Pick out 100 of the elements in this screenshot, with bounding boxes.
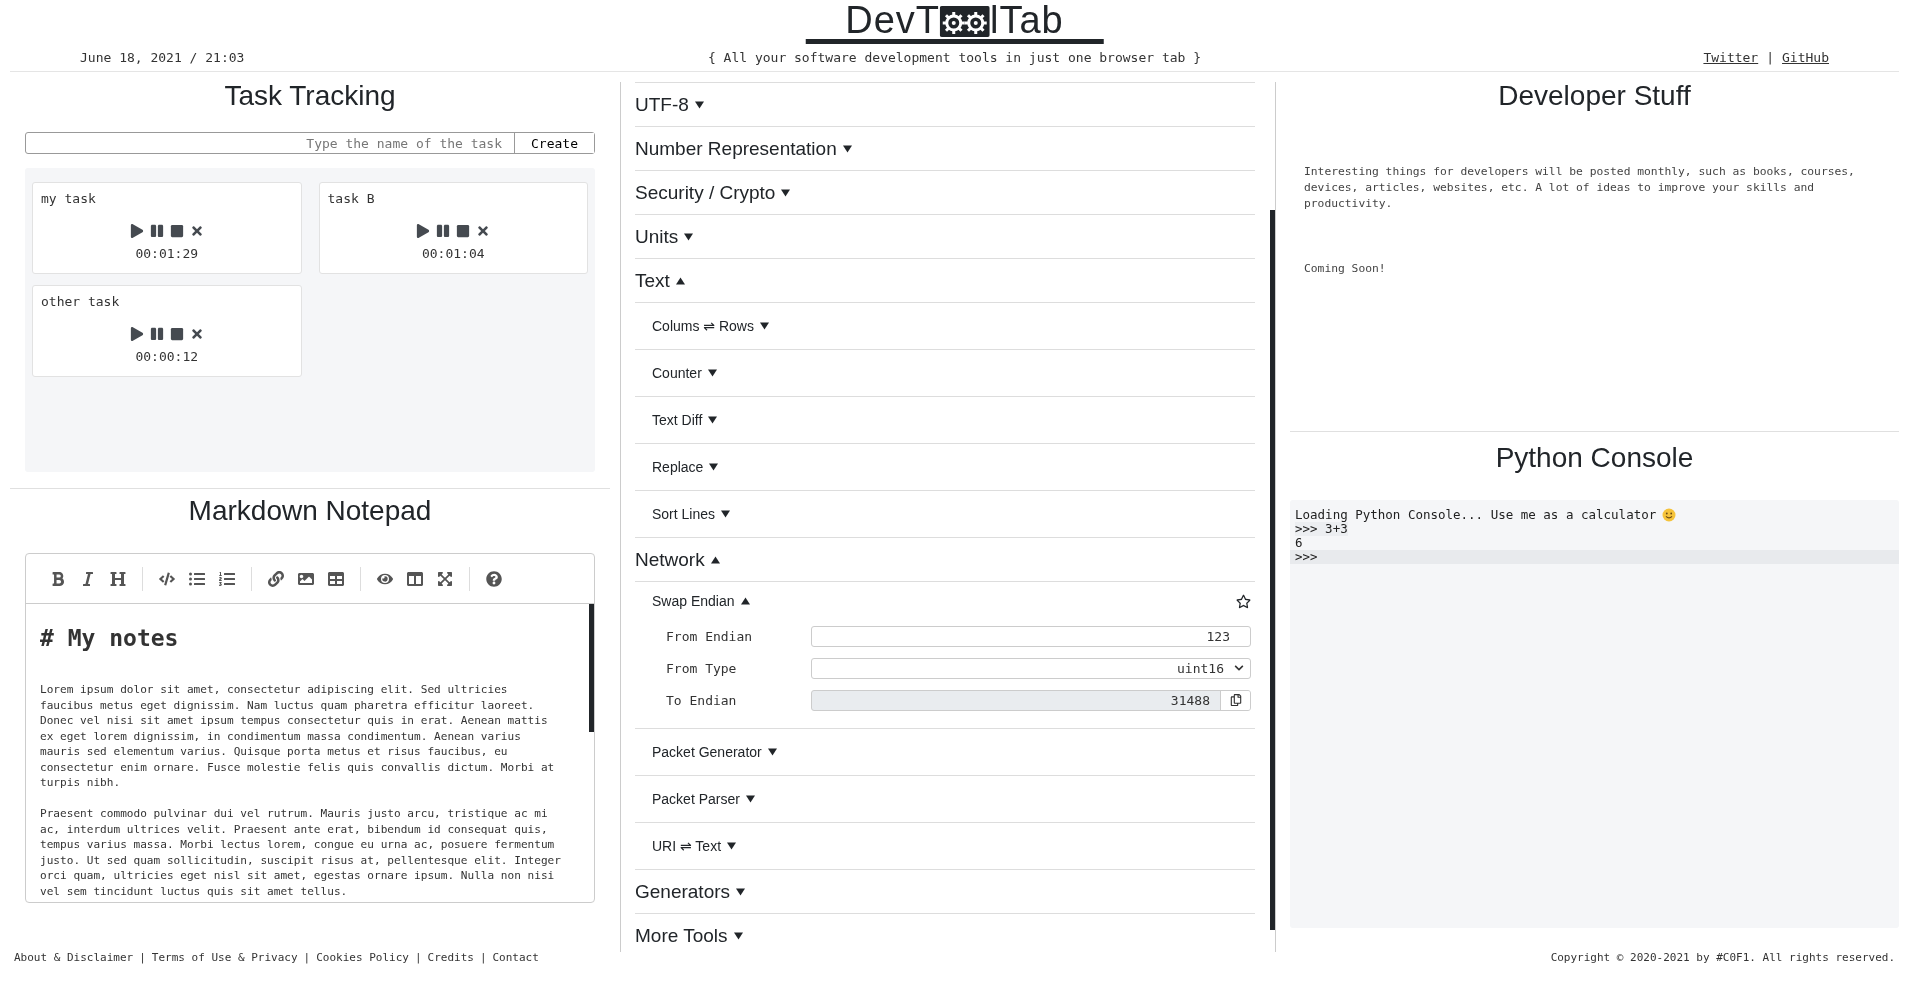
note-heading: # My notes: [40, 624, 180, 652]
play-icon[interactable]: [416, 224, 431, 238]
stop-icon[interactable]: [169, 224, 184, 238]
caret-icon: [760, 322, 769, 330]
tool-header[interactable]: Replace: [635, 443, 1255, 490]
section-header[interactable]: Text: [635, 258, 1255, 302]
star-icon[interactable]: [1236, 593, 1251, 609]
console-line: Loading Python Console... Use me as a calculator: [1295, 508, 1657, 522]
tool-title: Sort Lines: [652, 506, 716, 522]
section-title: Generators: [635, 880, 731, 903]
separator: |: [1766, 50, 1775, 65]
section-title: Units: [635, 225, 679, 248]
caret-icon: [721, 510, 731, 518]
chevron-down-icon[interactable]: [1234, 663, 1244, 673]
caret-icon: [745, 795, 755, 803]
input-field[interactable]: 123: [811, 625, 1251, 647]
tool-header[interactable]: Colums ⇌ Rows: [635, 302, 1255, 349]
header-link[interactable]: GitHub: [1782, 50, 1829, 65]
create-button[interactable]: Create: [514, 133, 594, 153]
caret-icon: [767, 748, 777, 756]
link-icon[interactable]: [268, 570, 284, 587]
footer-link[interactable]: Cookies Policy: [316, 950, 409, 964]
task-timer: 00:01:04: [421, 246, 485, 261]
section-title: Security / Crypto: [635, 181, 776, 204]
tool-title: Packet Parser: [652, 791, 740, 807]
tool-title: Counter: [652, 365, 702, 381]
tool-title: Swap Endian: [652, 593, 735, 609]
close-icon[interactable]: [476, 224, 491, 238]
image-icon[interactable]: [298, 570, 314, 587]
numbered-list-icon[interactable]: [219, 570, 235, 587]
scrollbar-thumb[interactable]: [589, 604, 594, 732]
section-header[interactable]: Number Representation: [635, 126, 1255, 170]
tool-title: Colums ⇌ Rows: [652, 318, 754, 334]
copyright: Copyright © 2020-2021 by #C0F1. All rights reserved.: [1550, 950, 1895, 964]
output-field: 31488: [811, 689, 1251, 711]
pause-icon[interactable]: [149, 327, 164, 341]
field-label: From Endian: [666, 628, 754, 644]
caret-icon: [781, 188, 791, 197]
play-icon[interactable]: [129, 327, 144, 341]
tool-header[interactable]: URI ⇌ Text: [635, 822, 1255, 869]
caret-icon: [740, 597, 750, 605]
tool-header[interactable]: Text Diff: [635, 396, 1255, 443]
description: Interesting things for developers will be posted monthly, such as books, courses, devices, articles, websites, etc. A lot of ideas to improve your skills and productivity.: [1304, 164, 1855, 212]
code-icon[interactable]: [159, 570, 175, 587]
table-icon[interactable]: [328, 570, 344, 587]
bullet-list-icon[interactable]: [189, 570, 205, 587]
close-icon[interactable]: [189, 327, 204, 341]
note-paragraph: Praesent commodo pulvinar dui vel rutrum. Mauris justo arcu, tristique ac mi ac, interdum ultrices velit. Praesent ante erat, bibendum id consequat quis, tempus varius massa. Morbi lectus lorem, congue eu urna ac, posuere fermentum justo. Ut sed quam sollicitudin, suscipit risus at, pellentesque elit. Integer orci quam, ultricies eget nisl sit amet, egestas ornare ipsum. Nulla non nisi vel sem tincidunt luctus quis sit amet tellus.: [40, 806, 562, 899]
tool-header[interactable]: Swap Endian: [652, 582, 1251, 620]
section-header[interactable]: Network: [635, 537, 1255, 581]
section-title: Task Tracking: [223, 80, 397, 113]
type-select[interactable]: uint16: [811, 657, 1251, 679]
pause-icon[interactable]: [149, 224, 164, 238]
field-label: From Type: [666, 660, 738, 676]
help-icon[interactable]: [486, 570, 502, 587]
date-time: June 18, 2021 / 21:03: [80, 50, 245, 65]
columns-icon[interactable]: [407, 570, 423, 587]
tool-header[interactable]: Sort Lines: [635, 490, 1255, 537]
section-header[interactable]: More Tools: [635, 913, 1255, 952]
copy-icon[interactable]: [1220, 690, 1250, 710]
pause-icon[interactable]: [436, 224, 451, 238]
caret-icon: [694, 100, 704, 109]
section-header[interactable]: Generators: [635, 869, 1255, 913]
tool-header[interactable]: Counter: [635, 349, 1255, 396]
header-link[interactable]: Twitter: [1703, 50, 1759, 65]
separator: |: [414, 950, 422, 964]
logo[interactable]: DevT lTab: [805, 0, 1104, 44]
fullscreen-icon[interactable]: [437, 570, 453, 587]
caret-icon: [708, 416, 718, 424]
tagline: { All your software development tools in just one browser tab }: [707, 50, 1202, 65]
task-name-field[interactable]: Type the name of the task Create: [25, 132, 595, 154]
section-header[interactable]: UTF-8: [635, 82, 1255, 126]
footer-link[interactable]: Credits: [427, 950, 474, 964]
coming-soon-note: Coming Soon!: [1304, 262, 1387, 275]
bold-icon[interactable]: [50, 570, 66, 587]
python-console[interactable]: Loading Python Console... Use me as a calculator >>> 3+3 6 >>>: [1290, 500, 1899, 928]
footer-link[interactable]: About & Disclaimer: [14, 950, 134, 964]
close-icon[interactable]: [189, 224, 204, 238]
heading-icon[interactable]: [110, 570, 126, 587]
field-label: To Endian: [666, 692, 738, 708]
tool-header[interactable]: Packet Generator: [635, 728, 1255, 775]
tool-title: Packet Generator: [652, 744, 762, 760]
scrollbar-thumb[interactable]: [1270, 210, 1275, 930]
play-icon[interactable]: [129, 224, 144, 238]
footer-link[interactable]: Contact: [492, 950, 539, 964]
console-line: >>>: [1295, 550, 1318, 564]
separator: |: [303, 950, 311, 964]
tool-header[interactable]: Packet Parser: [635, 775, 1255, 822]
caret-icon: [710, 555, 720, 564]
section-header[interactable]: Security / Crypto: [635, 170, 1255, 214]
tool-title: URI ⇌ Text: [652, 838, 722, 854]
caret-icon: [709, 463, 719, 471]
separator: |: [479, 950, 487, 964]
caret-icon: [707, 369, 717, 377]
italic-icon[interactable]: [80, 570, 96, 587]
section-title: UTF-8: [635, 93, 689, 116]
stop-icon[interactable]: [169, 327, 184, 341]
stop-icon[interactable]: [456, 224, 471, 238]
footer-link[interactable]: Terms of Use & Privacy: [151, 950, 298, 964]
section-header[interactable]: Units: [635, 214, 1255, 258]
